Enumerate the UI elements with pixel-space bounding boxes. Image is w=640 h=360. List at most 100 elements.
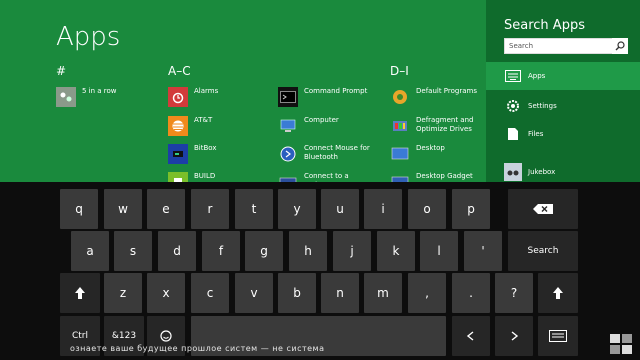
charm-title: Search Apps bbox=[504, 18, 585, 33]
key-l[interactable]: l bbox=[420, 231, 458, 271]
arrow-left-icon bbox=[466, 331, 474, 341]
app-label: 5 in a row bbox=[82, 87, 117, 95]
key-v[interactable]: v bbox=[235, 273, 273, 313]
charm-item-apps[interactable]: Apps bbox=[486, 62, 640, 90]
key-f[interactable]: f bbox=[202, 231, 240, 271]
key-u[interactable]: u bbox=[321, 189, 359, 229]
key-d[interactable]: d bbox=[158, 231, 196, 271]
gear-icon bbox=[504, 97, 522, 115]
key-j[interactable]: j bbox=[333, 231, 371, 271]
search-key[interactable]: Search bbox=[508, 231, 578, 271]
app-label: Alarms bbox=[194, 87, 219, 95]
app-label: BitBox bbox=[194, 144, 217, 152]
default-programs-icon bbox=[390, 87, 410, 107]
app-label: Default Programs bbox=[416, 87, 477, 95]
search-button[interactable] bbox=[612, 38, 628, 54]
charm-item-files[interactable]: Files bbox=[486, 120, 640, 148]
backspace-icon bbox=[533, 204, 553, 214]
app-tile-connect-projector[interactable]: Connect to a Projector bbox=[278, 172, 382, 182]
charm-item-settings[interactable]: Settings bbox=[486, 92, 640, 120]
backspace-key[interactable] bbox=[508, 189, 578, 229]
charm-item-label: Settings bbox=[528, 102, 557, 110]
key-k[interactable]: k bbox=[377, 231, 415, 271]
app-tile-desktop-gadget[interactable]: Desktop Gadget bbox=[390, 172, 473, 182]
keyboard-layout-key[interactable] bbox=[538, 316, 578, 356]
app-tile-bitbox[interactable]: BitBox bbox=[168, 144, 217, 164]
app-label: Computer bbox=[304, 116, 339, 124]
emoji-icon bbox=[160, 330, 172, 342]
key-t[interactable]: t bbox=[235, 189, 273, 229]
app-label: AT&T bbox=[194, 116, 213, 124]
app-label: Desktop bbox=[416, 144, 445, 152]
att-logo-icon bbox=[168, 116, 188, 136]
key-z[interactable]: z bbox=[104, 273, 142, 313]
build-icon bbox=[168, 172, 188, 182]
watermark-text: ознаете ваше будущее прошлое систем — не… bbox=[70, 344, 325, 353]
app-label: Defragment and Optimize Drives bbox=[416, 116, 474, 133]
game-icon bbox=[56, 87, 76, 107]
key-g[interactable]: g bbox=[245, 231, 283, 271]
command-prompt-icon bbox=[278, 87, 298, 107]
arrow-right-icon bbox=[511, 331, 519, 341]
app-tile-att[interactable]: AT&T bbox=[168, 116, 212, 136]
app-tile-alarms[interactable]: Alarms bbox=[168, 87, 218, 107]
key-c[interactable]: c bbox=[191, 273, 229, 313]
app-label: Desktop Gadget bbox=[416, 172, 473, 180]
key-y[interactable]: y bbox=[278, 189, 316, 229]
group-header-a-c: A–C bbox=[168, 64, 191, 78]
arrow-left-key[interactable] bbox=[452, 316, 490, 356]
key-o[interactable]: o bbox=[408, 189, 446, 229]
key-b[interactable]: b bbox=[278, 273, 316, 313]
key-s[interactable]: s bbox=[114, 231, 152, 271]
arrow-right-key[interactable] bbox=[495, 316, 533, 356]
charm-item-label: Jukebox bbox=[528, 168, 556, 176]
charm-item-label: Files bbox=[528, 130, 544, 138]
keyboard-icon bbox=[549, 330, 567, 342]
app-tile-build[interactable]: BUILD bbox=[168, 172, 215, 182]
app-tile-command-prompt[interactable]: Command Prompt bbox=[278, 87, 367, 107]
mouse-bluetooth-icon bbox=[278, 144, 298, 164]
key-apostrophe[interactable]: ' bbox=[464, 231, 502, 271]
key-h[interactable]: h bbox=[289, 231, 327, 271]
app-tile-connect-mouse[interactable]: Connect Mouse for Bluetooth bbox=[278, 144, 382, 164]
app-tile-desktop[interactable]: Desktop bbox=[390, 144, 445, 164]
group-header-hash: # bbox=[56, 64, 67, 78]
app-label: Connect to a Projector bbox=[304, 172, 349, 182]
key-m[interactable]: m bbox=[364, 273, 402, 313]
key-q[interactable]: q bbox=[60, 189, 98, 229]
key-n[interactable]: n bbox=[321, 273, 359, 313]
key-question[interactable]: ? bbox=[495, 273, 533, 313]
shift-key-right[interactable] bbox=[538, 273, 578, 313]
desktop-icon bbox=[390, 144, 410, 164]
key-comma[interactable]: , bbox=[408, 273, 446, 313]
key-period[interactable]: . bbox=[452, 273, 490, 313]
app-label: Command Prompt bbox=[304, 87, 368, 95]
group-header-d-i: D–I bbox=[390, 64, 409, 78]
app-label: Connect Mouse for Bluetooth bbox=[304, 144, 370, 161]
bitbox-icon bbox=[168, 144, 188, 164]
app-tile-five-in-a-row[interactable]: 5 in a row bbox=[56, 87, 117, 107]
search-input[interactable]: Search bbox=[504, 38, 616, 54]
app-tile-default-programs[interactable]: Default Programs bbox=[390, 87, 477, 107]
app-tile-computer[interactable]: Computer bbox=[278, 116, 339, 136]
key-r[interactable]: r bbox=[191, 189, 229, 229]
key-x[interactable]: x bbox=[147, 273, 185, 313]
charm-item-label: Apps bbox=[528, 72, 546, 80]
app-tile-defragment[interactable]: Defragment and Optimize Drives bbox=[390, 116, 494, 136]
key-p[interactable]: p bbox=[452, 189, 490, 229]
jukebox-icon bbox=[504, 163, 522, 181]
key-i[interactable]: i bbox=[364, 189, 402, 229]
shift-key-left[interactable] bbox=[60, 273, 100, 313]
shift-arrow-icon bbox=[75, 287, 85, 299]
computer-icon bbox=[278, 116, 298, 136]
app-label: BUILD bbox=[194, 172, 216, 180]
key-w[interactable]: w bbox=[104, 189, 142, 229]
shift-arrow-icon bbox=[553, 287, 563, 299]
key-e[interactable]: e bbox=[147, 189, 185, 229]
site-logo-icon bbox=[606, 332, 638, 356]
key-a[interactable]: a bbox=[71, 231, 109, 271]
projector-icon bbox=[278, 172, 298, 182]
desktop-gadget-icon bbox=[390, 172, 410, 182]
file-icon bbox=[504, 125, 522, 143]
search-icon bbox=[615, 41, 625, 51]
